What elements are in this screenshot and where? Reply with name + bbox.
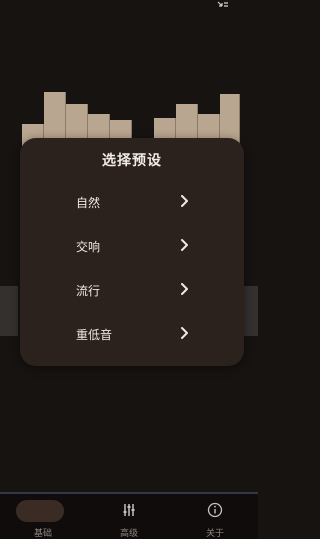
preset-label: 重低音 bbox=[76, 328, 113, 342]
chevron-right-icon bbox=[181, 195, 188, 207]
preset-row-symphony[interactable]: 交响 bbox=[20, 228, 244, 264]
nav-label: 基础 bbox=[33, 529, 52, 539]
chevron-right-icon bbox=[181, 239, 188, 251]
equalizer-screen: 选择预设 自然 交响 流行 重低音 基础 高级 关于 bbox=[0, 0, 258, 539]
preset-row-pop[interactable]: 流行 bbox=[20, 272, 244, 308]
dialog-title: 选择预设 bbox=[102, 153, 162, 169]
preset-dialog: 选择预设 自然 交响 流行 重低音 bbox=[20, 138, 244, 366]
ghost-band-left bbox=[0, 286, 18, 336]
info-icon bbox=[207, 502, 223, 518]
chevron-right-icon bbox=[181, 327, 188, 339]
basic-pill-icon bbox=[16, 500, 64, 522]
preset-row-bass[interactable]: 重低音 bbox=[20, 316, 244, 352]
nav-label: 高级 bbox=[119, 529, 138, 539]
preset-label: 自然 bbox=[76, 196, 101, 210]
nav-item-advanced[interactable]: 高级 bbox=[86, 494, 172, 539]
sliders-icon bbox=[123, 504, 135, 516]
chevron-right-icon bbox=[181, 283, 188, 295]
preset-label: 交响 bbox=[76, 240, 101, 254]
preset-label: 流行 bbox=[76, 284, 101, 298]
preset-row-natural[interactable]: 自然 bbox=[20, 184, 244, 220]
ghost-band-right bbox=[244, 286, 258, 336]
nav-item-about[interactable]: 关于 bbox=[172, 494, 258, 539]
nav-item-basic[interactable]: 基础 bbox=[0, 494, 86, 539]
nav-label: 关于 bbox=[205, 529, 224, 539]
bottom-nav: 基础 高级 关于 bbox=[0, 494, 258, 539]
